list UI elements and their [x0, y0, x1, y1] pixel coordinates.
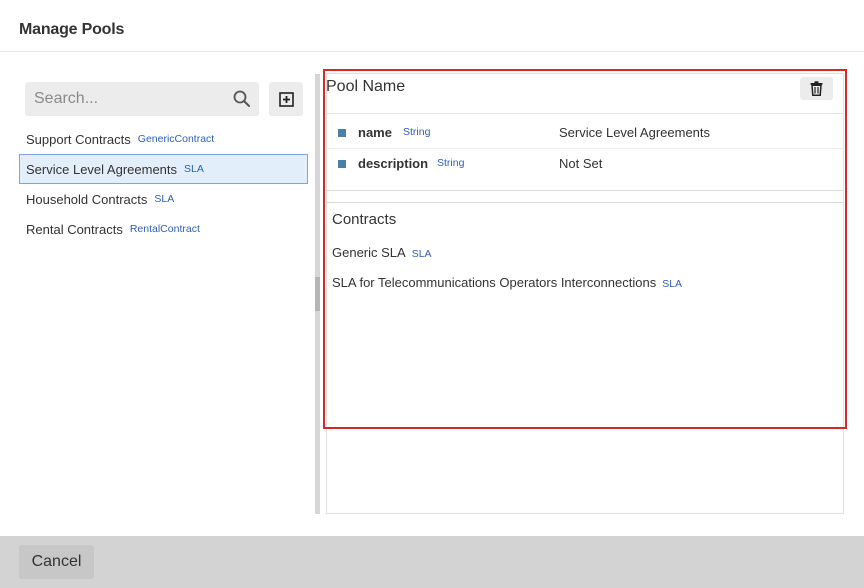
pool-item-type: SLA — [184, 163, 204, 175]
pool-item-name: Service Level Agreements — [26, 161, 178, 177]
pool-item-type: GenericContract — [137, 133, 215, 145]
panel-splitter[interactable] — [315, 74, 320, 514]
search-icon[interactable] — [232, 89, 252, 109]
pool-item-type: SLA — [154, 193, 175, 205]
dialog-header: Manage Pools — [0, 0, 864, 52]
pool-item-name: Household Contracts — [26, 191, 148, 207]
dialog-title: Manage Pools — [19, 21, 125, 38]
add-pool-button[interactable] — [269, 82, 303, 116]
pool-list: Support Contracts GenericContract Servic… — [19, 124, 308, 244]
pool-item-name: Rental Contracts — [26, 221, 123, 237]
pool-list-item[interactable]: Household Contracts SLA — [19, 184, 308, 214]
cancel-button[interactable]: Cancel — [19, 545, 94, 579]
search-input[interactable] — [25, 82, 225, 116]
plus-square-icon — [278, 91, 294, 107]
pool-item-type: RentalContract — [129, 223, 200, 235]
pool-list-item[interactable]: Support Contracts GenericContract — [19, 124, 308, 154]
splitter-grip[interactable] — [315, 277, 320, 311]
dialog-footer — [0, 536, 864, 588]
pool-list-item[interactable]: Rental Contracts RentalContract — [19, 214, 308, 244]
pool-list-item-selected[interactable]: Service Level Agreements SLA — [19, 154, 308, 184]
pool-item-name: Support Contracts — [26, 131, 131, 147]
search-box — [25, 82, 259, 116]
detail-highlight-frame — [323, 69, 847, 429]
